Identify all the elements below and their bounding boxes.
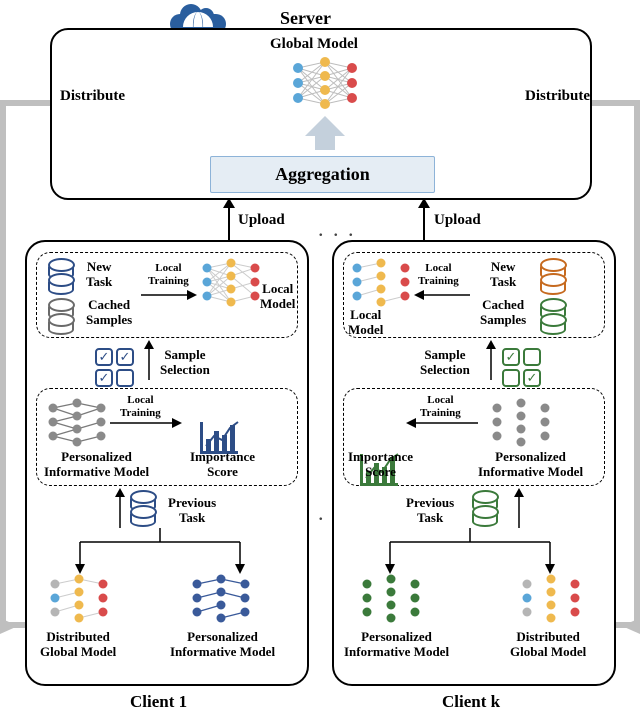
c1-newtask-db-icon bbox=[48, 262, 74, 292]
dl-l-bot bbox=[0, 622, 25, 628]
ck-localmodel-label: Local Model bbox=[348, 308, 383, 338]
ck-cached-db-icon bbox=[540, 302, 566, 332]
ck-localtrain-top-arrow bbox=[414, 288, 470, 302]
c1-cached-label: Cached Samples bbox=[86, 298, 132, 328]
clientk-title: Client k bbox=[442, 692, 500, 712]
c1-fork-lines bbox=[50, 528, 270, 574]
upload-arrow-right bbox=[417, 198, 431, 242]
ck-prev-label: Previous Task bbox=[406, 496, 454, 526]
c1-pim-label: Personalized Informative Model bbox=[44, 450, 149, 480]
c1-prev-label: Previous Task bbox=[168, 496, 216, 526]
ck-pim-label: Personalized Informative Model bbox=[478, 450, 583, 480]
distribute-line-left-top bbox=[0, 100, 50, 106]
global-model-nn-icon bbox=[290, 56, 360, 110]
dl-r-bot bbox=[615, 622, 640, 628]
ck-localmodel-nn-icon bbox=[350, 258, 412, 308]
ck-prev-arrow bbox=[512, 488, 526, 528]
ck-dgm-label: Distributed Global Model bbox=[510, 630, 586, 660]
server-title: Server bbox=[280, 8, 331, 29]
c1-pim-nn-icon bbox=[46, 398, 108, 448]
distribute-line-right-top bbox=[590, 100, 640, 106]
ck-newtask-label: New Task bbox=[490, 260, 516, 290]
ck-pim-nn-icon bbox=[490, 398, 552, 448]
c1-dgm-label: Distributed Global Model bbox=[40, 630, 116, 660]
c1-localtrain-top-label: Local Training bbox=[148, 262, 189, 287]
ck-prevtask-db-icon bbox=[472, 494, 498, 524]
c1-pim2-nn-icon bbox=[190, 574, 252, 624]
c1-sample-label: Sample Selection bbox=[160, 348, 210, 378]
ck-fork-lines bbox=[360, 528, 580, 574]
c1-localtrain-mid-label: Local Training bbox=[120, 394, 161, 419]
ck-sample-label: Sample Selection bbox=[420, 348, 470, 378]
c1-importance-label: Importance Score bbox=[190, 450, 255, 480]
ck-dgm-nn-icon bbox=[520, 574, 582, 624]
client1-title: Client 1 bbox=[130, 692, 187, 712]
global-model-label: Global Model bbox=[270, 36, 358, 53]
c1-localmodel-nn-icon bbox=[200, 258, 262, 308]
aggregation-label: Aggregation bbox=[275, 164, 370, 184]
ck-pim2-nn-icon bbox=[360, 574, 422, 624]
ck-checks-icon: ✓ ✓ bbox=[502, 348, 541, 387]
distribute-line-right-v bbox=[634, 100, 640, 625]
c1-pim2-label: Personalized Informative Model bbox=[170, 630, 275, 660]
dots-top: . . . bbox=[318, 216, 356, 242]
upload-right-label: Upload bbox=[434, 212, 481, 229]
ck-localtrain-mid-label: Local Training bbox=[420, 394, 461, 419]
c1-newtask-label: New Task bbox=[86, 260, 112, 290]
c1-cached-db-icon bbox=[48, 302, 74, 332]
distribute-line-left-v bbox=[0, 100, 6, 625]
c1-sample-arrow bbox=[142, 340, 156, 380]
aggregation-box: Aggregation bbox=[210, 156, 435, 193]
c1-prevtask-db-icon bbox=[130, 494, 156, 524]
ck-importance-label: Importance Score bbox=[348, 450, 413, 480]
ck-sample-arrow bbox=[484, 340, 498, 380]
ck-pim2-label: Personalized Informative Model bbox=[344, 630, 449, 660]
c1-localtrain-top-arrow bbox=[141, 288, 197, 302]
upload-left-label: Upload bbox=[238, 212, 285, 229]
big-up-arrow-icon bbox=[305, 116, 345, 136]
c1-dgm-nn-icon bbox=[48, 574, 110, 624]
ck-localtrain-top-label: Local Training bbox=[418, 262, 459, 287]
c1-checks-icon: ✓✓ ✓ bbox=[95, 348, 134, 387]
upload-arrow-left bbox=[222, 198, 236, 242]
distribute-right-label: Distribute bbox=[525, 88, 590, 105]
ck-cached-label: Cached Samples bbox=[480, 298, 526, 328]
c1-localmodel-label: Local Model bbox=[260, 282, 295, 312]
c1-prev-arrow bbox=[113, 488, 127, 528]
distribute-left-label: Distribute bbox=[60, 88, 125, 105]
ck-newtask-db-icon bbox=[540, 262, 566, 292]
